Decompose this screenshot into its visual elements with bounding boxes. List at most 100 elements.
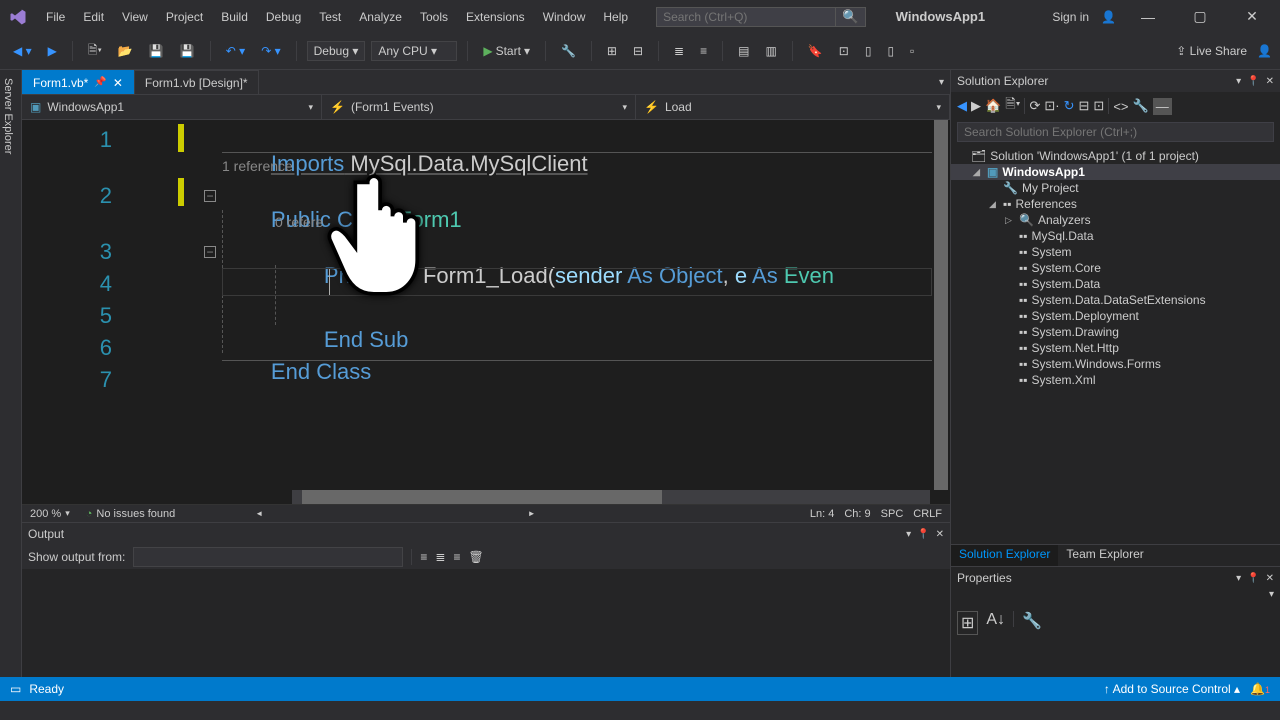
fold-toggle[interactable]: − [204,190,216,202]
comment-out-button[interactable]: ▤ [733,41,754,61]
menu-debug[interactable]: Debug [258,6,309,28]
refresh-icon[interactable]: ↻ [1064,98,1075,114]
menu-analyze[interactable]: Analyze [351,6,410,28]
project-node[interactable]: ◢▣WindowsApp1 [951,164,1280,180]
menu-test[interactable]: Test [311,6,349,28]
menu-file[interactable]: File [38,6,73,28]
menu-project[interactable]: Project [158,6,211,28]
reference-node[interactable]: ▪▪System.Drawing [951,324,1280,340]
analyzers-node[interactable]: ▷🔍Analyzers [951,212,1280,228]
search-button[interactable]: 🔍 [835,7,866,27]
start-button[interactable]: ▶ Start ▾ [478,41,535,61]
references-node[interactable]: ◢▪▪References [951,196,1280,212]
reference-node[interactable]: ▪▪System.Windows.Forms [951,356,1280,372]
solution-node[interactable]: 🗂Solution 'WindowsApp1' (1 of 1 project) [951,148,1280,164]
preview-icon[interactable]: — [1153,98,1172,115]
panel-pin-icon[interactable]: 📍 [1247,76,1259,87]
output-text[interactable] [22,569,950,677]
reference-node[interactable]: ▪▪System.Data.DataSetExtensions [951,292,1280,308]
tool-icon[interactable]: ⊟ [628,41,648,61]
fold-toggle[interactable]: − [204,246,216,258]
show-all-icon[interactable]: ⊡ [1093,98,1104,114]
new-project-button[interactable]: 🗎▾ [83,38,107,65]
pin-icon[interactable]: 📌 [94,77,106,88]
tool-icon[interactable]: ▯ [882,41,899,61]
menu-window[interactable]: Window [535,6,594,28]
properties-icon[interactable]: 🔧 [1133,98,1149,114]
menu-build[interactable]: Build [213,6,256,28]
home-icon[interactable]: 🏠 [985,98,1001,114]
close-tab-icon[interactable]: ✕ [113,76,123,90]
reference-node[interactable]: ▪▪MySql.Data [951,228,1280,244]
codelens[interactable]: 1 reference [222,158,293,174]
forward-icon[interactable]: ▶ [971,98,981,114]
server-explorer-tab[interactable]: Server Explorer [0,74,16,673]
member-dropdown[interactable]: ⚡Load▾ [636,95,950,119]
add-source-control[interactable]: ↑ Add to Source Control ▴ [1104,682,1240,696]
redo-button[interactable]: ↷ ▾ [256,41,285,61]
tool-icon[interactable]: ▯ [860,41,877,61]
reference-node[interactable]: ▪▪System.Data [951,276,1280,292]
categorized-icon[interactable]: ⊞ [957,611,978,635]
open-file-button[interactable]: 📂 [113,41,138,61]
team-explorer-tab[interactable]: Team Explorer [1058,545,1151,566]
minimize-button[interactable]: — [1128,5,1168,29]
tool-icon[interactable]: ⊞ [602,41,622,61]
bookmark-icon[interactable]: 🔖 [803,41,828,61]
menu-extensions[interactable]: Extensions [458,6,533,28]
back-icon[interactable]: ◀ [957,98,967,114]
save-button[interactable]: 💾 [144,41,169,61]
zoom-level[interactable]: 200 % [30,508,61,520]
tab-form1-vb[interactable]: Form1.vb* 📌 ✕ [22,70,134,94]
tool-icon[interactable]: ⊡· [1044,98,1059,114]
account-icon[interactable]: 👤 [1101,10,1116,24]
output-tool-icon[interactable]: ≡ [453,550,460,564]
output-tool-icon[interactable]: 🗑 [468,550,483,564]
alphabetical-icon[interactable]: A↓ [986,611,1005,629]
menu-tools[interactable]: Tools [412,6,456,28]
tool-icon[interactable]: ≣ [669,41,689,61]
tool-icon[interactable]: 🔧 [556,41,581,61]
config-dropdown[interactable]: Debug ▾ [307,41,366,61]
collapse-icon[interactable]: ⊟ [1079,98,1090,114]
wrench-icon[interactable]: 🔧 [1022,611,1042,631]
tool-icon[interactable]: ▫ [905,41,919,61]
dropdown-icon[interactable]: ▾ [1269,589,1274,607]
panel-pin-icon[interactable]: 📍 [1247,573,1259,584]
output-tool-icon[interactable]: ≡ [420,550,427,564]
sync-icon[interactable]: 🗎▾ [1005,95,1020,117]
reference-node[interactable]: ▪▪System.Xml [951,372,1280,388]
solution-search-input[interactable] [957,122,1274,142]
uncomment-button[interactable]: ▥ [760,41,781,61]
panel-close-icon[interactable]: ✕ [936,529,944,540]
live-share-button[interactable]: ⇪ Live Share [1176,44,1247,58]
sign-in-link[interactable]: Sign in [1052,10,1089,24]
reference-node[interactable]: ▪▪System.Core [951,260,1280,276]
codelens[interactable]: 0 refere [275,214,323,230]
menu-edit[interactable]: Edit [75,6,112,28]
forward-button[interactable]: ▶ [43,41,62,61]
panel-close-icon[interactable]: ✕ [1266,76,1274,87]
undo-button[interactable]: ↶ ▾ [221,41,250,61]
myproject-node[interactable]: 🔧My Project [951,180,1280,196]
quick-launch-input[interactable] [656,7,836,27]
scope-dropdown[interactable]: ▣WindowsApp1▾ [22,95,322,119]
reference-node[interactable]: ▪▪System.Net.Http [951,340,1280,356]
platform-dropdown[interactable]: Any CPU ▾ [371,41,457,61]
panel-close-icon[interactable]: ✕ [1266,573,1274,584]
code-editor[interactable]: ✚ 1 2 3 4 5 6 7 − − Imports MySql.Data.M… [22,120,950,522]
solution-explorer-tab[interactable]: Solution Explorer [951,545,1058,566]
close-button[interactable]: ✕ [1232,4,1272,29]
feedback-icon[interactable]: 👤 [1257,44,1272,58]
horizontal-scrollbar[interactable] [292,490,930,504]
vertical-scrollbar[interactable] [934,120,948,490]
health-indicator-icon[interactable]: ◔ [86,508,93,520]
solution-tree[interactable]: 🗂Solution 'WindowsApp1' (1 of 1 project)… [951,144,1280,544]
panel-dropdown-icon[interactable]: ▾ [906,529,911,540]
output-source-dropdown[interactable] [133,547,403,567]
panel-dropdown-icon[interactable]: ▾ [1236,76,1241,87]
menu-help[interactable]: Help [595,6,636,28]
menu-view[interactable]: View [114,6,156,28]
type-dropdown[interactable]: ⚡(Form1 Events)▾ [322,95,636,119]
panel-pin-icon[interactable]: 📍 [917,529,929,540]
